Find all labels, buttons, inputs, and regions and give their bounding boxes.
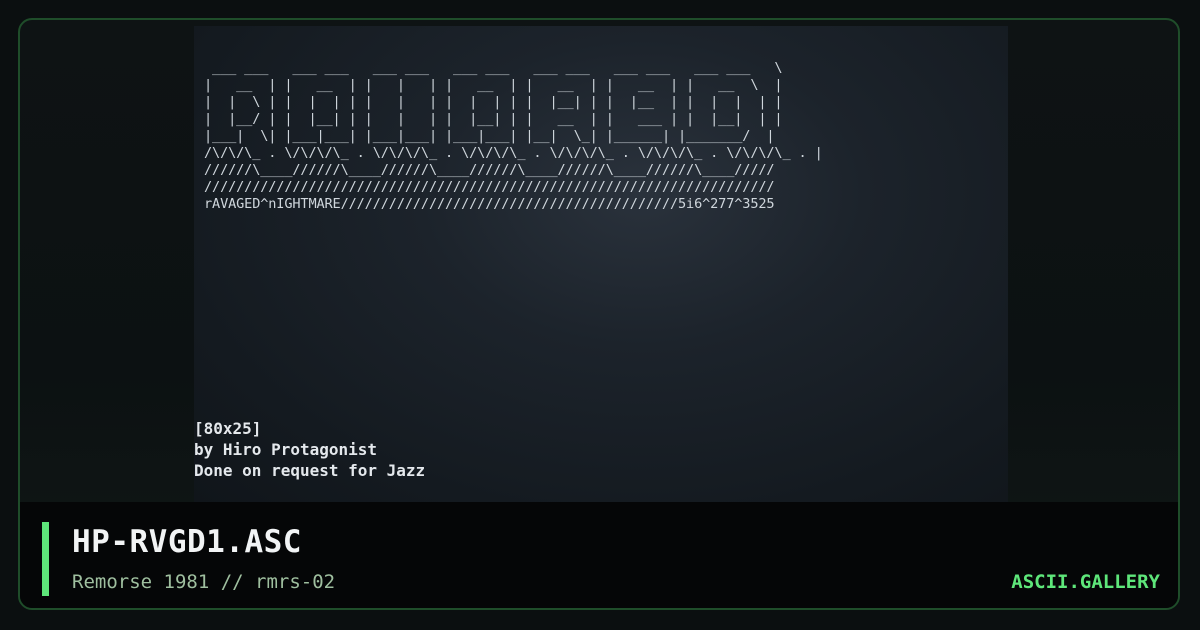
ascii-line: /\/\/\_ . \/\/\/\_ . \/\/\/\_ . \/\/\/\_… xyxy=(204,145,823,161)
ascii-line: |___| \| |___|___| |___|___| |___|___| |… xyxy=(204,128,775,144)
file-subtitle: Remorse 1981 // rmrs-02 xyxy=(72,571,336,593)
ascii-art-preview[interactable]: ___ ___ ___ ___ ___ ___ ___ ___ ___ ___ … xyxy=(194,26,1008,502)
ascii-line: | | \ | | | | | | | | | | | | | |__| | |… xyxy=(204,94,783,110)
ascii-line: | __ | | __ | | | | | __ | | __ | | __ |… xyxy=(204,77,783,93)
ascii-card: ___ ___ ___ ___ ___ ___ ___ ___ ___ ___ … xyxy=(18,18,1180,610)
ascii-line: | |__/ | | |__| | | | | | |__| | | __ | … xyxy=(204,111,783,127)
ascii-line: ////////////////////////////////////////… xyxy=(204,179,775,195)
ascii-line: ___ ___ ___ ___ ___ ___ ___ ___ ___ ___ … xyxy=(204,60,783,76)
art-author-line: by Hiro Protagonist xyxy=(194,440,378,459)
info-footer: HP-RVGD1.ASC Remorse 1981 // rmrs-02 ASC… xyxy=(20,502,1178,608)
file-title: HP-RVGD1.ASC xyxy=(72,524,302,560)
art-size-tag: [80x25] xyxy=(194,419,262,438)
ascii-line: //////\____//////\____//////\____//////\… xyxy=(204,162,775,178)
art-credits: [80x25] by Hiro Protagonist Done on requ… xyxy=(194,418,425,481)
ascii-line: rAVAGED^nIGHTMARE///////////////////////… xyxy=(204,196,775,212)
accent-bar xyxy=(42,522,49,596)
ascii-art-block: ___ ___ ___ ___ ___ ___ ___ ___ ___ ___ … xyxy=(204,60,823,213)
site-brand-link[interactable]: ASCII.GALLERY xyxy=(1011,571,1160,593)
art-request-line: Done on request for Jazz xyxy=(194,461,426,480)
